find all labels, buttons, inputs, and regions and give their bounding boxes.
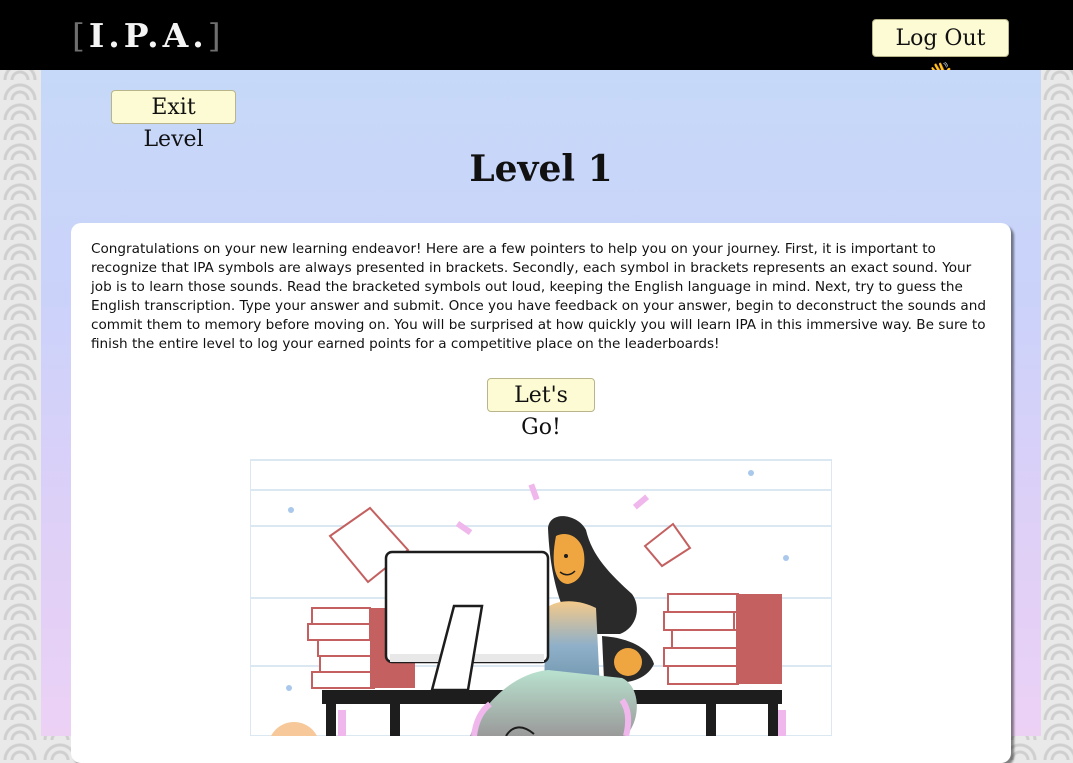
app-logo[interactable]: [I.P.A.] <box>72 14 225 58</box>
top-navbar: [I.P.A.] Log Out 👋 <box>0 0 1073 87</box>
logout-button[interactable]: Log Out 👋 <box>872 19 1009 87</box>
logo-bracket-open: [ <box>72 16 89 55</box>
lets-go-button[interactable]: Let's Go! <box>487 378 595 440</box>
logo-bracket-close: ] <box>207 16 225 55</box>
logo-text: I.P.A. <box>88 16 208 55</box>
intro-text: Congratulations on your new learning end… <box>91 241 986 352</box>
page-title: Level 1 <box>469 148 613 190</box>
study-illustration <box>250 459 832 736</box>
exit-level-button[interactable]: Exit Level <box>111 90 236 152</box>
